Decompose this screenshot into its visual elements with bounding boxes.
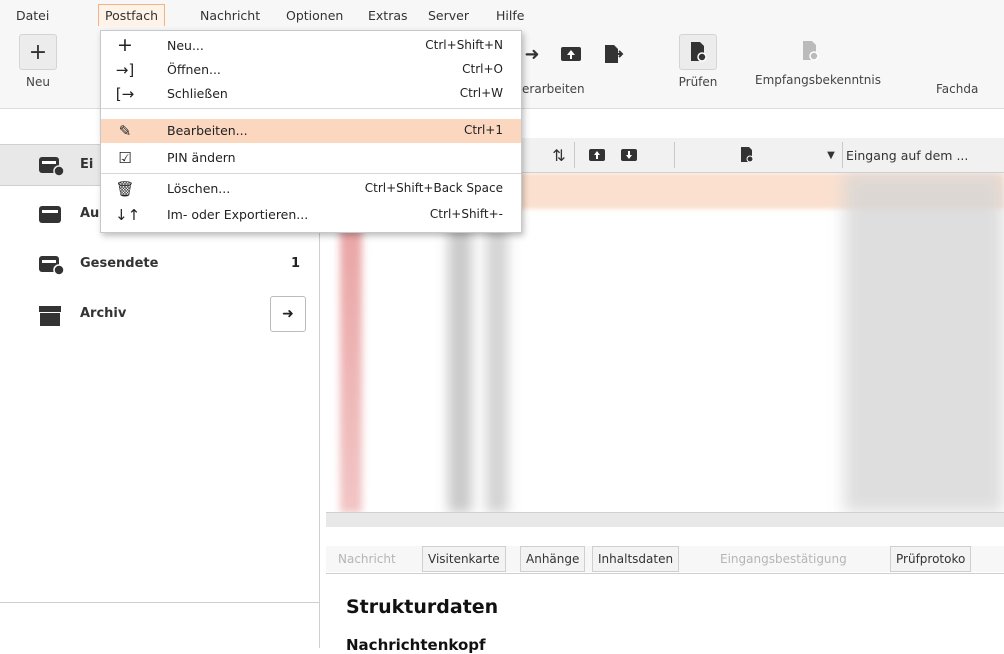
menu-item-import-export[interactable]: ↓↑ Im- oder Exportieren... Ctrl+Shift+- [101, 203, 521, 227]
menu-separator [101, 108, 521, 109]
column-eingang[interactable]: Eingang auf dem ... [846, 148, 968, 163]
pruefen-button[interactable]: Prüfen [678, 34, 718, 89]
folder-down-icon[interactable] [618, 144, 640, 166]
menu-server[interactable]: Server [428, 8, 469, 23]
outbox-icon [38, 204, 64, 224]
document-check-icon [679, 34, 717, 70]
sidebar-item-gesendete[interactable]: Gesendete 1 [0, 244, 318, 284]
tab-eingangsbestaetigung[interactable]: Eingangsbestätigung [714, 546, 853, 572]
pencil-icon: ✎ [118, 122, 132, 140]
arrow-right-icon: ➜ [282, 306, 294, 322]
detail-tabs: Nachricht Visitenkarte Anhänge Inhaltsda… [326, 546, 1004, 572]
blurred-column [448, 207, 472, 513]
pruefen-label: Prüfen [678, 75, 718, 89]
sidebar-item-label: Archiv [80, 306, 127, 321]
status-column [340, 207, 362, 513]
close-icon: [→ [115, 85, 135, 103]
document-check-icon[interactable] [736, 144, 758, 166]
detail-title: Strukturdaten [346, 596, 499, 618]
menu-separator [101, 173, 521, 174]
menu-item-shortcut: Ctrl+W [459, 86, 503, 100]
trash-icon: 🗑 [115, 180, 135, 198]
sidebar-item-label: Ei [80, 157, 94, 172]
folder-up-icon[interactable] [586, 144, 608, 166]
plus-icon: + [19, 34, 57, 70]
sidebar-item-label: Au [80, 206, 100, 221]
menu-nachricht[interactable]: Nachricht [200, 8, 260, 23]
menu-item-shortcut: Ctrl+Shift+Back Space [364, 181, 503, 195]
menu-item-label: Öffnen... [167, 62, 221, 77]
horizontal-scrollbar[interactable] [326, 512, 1004, 527]
postfach-menu: + Neu... Ctrl+Shift+N →] Öffnen... Ctrl+… [100, 30, 522, 233]
sidebar-item-archiv[interactable]: Archiv ➜ [0, 294, 318, 334]
folder-up-icon[interactable] [558, 44, 584, 65]
menu-item-label: Schließen [167, 86, 228, 101]
unread-count: 1 [290, 256, 300, 271]
menu-item-shortcut: Ctrl+Shift+- [429, 207, 503, 221]
divider [574, 142, 575, 168]
menu-optionen[interactable]: Optionen [286, 8, 343, 23]
open-icon: →] [115, 61, 135, 79]
new-button[interactable]: + Neu [18, 34, 58, 89]
menu-bar: Datei Postfach Nachricht Optionen Extras… [0, 0, 1004, 30]
inbox-icon [38, 155, 65, 177]
menu-hilfe[interactable]: Hilfe [496, 8, 524, 23]
document-receipt-icon [792, 34, 828, 68]
plus-icon: + [117, 34, 133, 56]
tab-visitenkarte[interactable]: Visitenkarte [422, 546, 506, 572]
menu-postfach[interactable]: Postfach [98, 4, 166, 26]
menu-item-label: Neu... [167, 38, 204, 53]
tab-anhaenge[interactable]: Anhänge [520, 546, 586, 572]
tab-nachricht[interactable]: Nachricht [332, 546, 402, 572]
detail-subtitle: Nachrichtenkopf [346, 636, 486, 654]
menu-item-neu[interactable]: + Neu... Ctrl+Shift+N [101, 34, 521, 58]
empfangsbekenntnis-button[interactable]: Empfangsbekenntnis [755, 34, 881, 87]
menu-item-oeffnen[interactable]: →] Öffnen... Ctrl+O [101, 58, 521, 82]
divider [674, 142, 675, 168]
fachdaten-label[interactable]: Fachda [936, 82, 978, 96]
sidebar-item-label: Gesendete [80, 256, 159, 271]
menu-item-label: PIN ändern [167, 150, 236, 165]
tab-inhaltsdaten[interactable]: Inhaltsdaten [592, 546, 680, 572]
menu-extras[interactable]: Extras [368, 8, 408, 23]
blurred-column [844, 173, 1004, 513]
menu-item-shortcut: Ctrl+Shift+N [425, 38, 503, 52]
menu-item-shortcut: Ctrl+O [462, 62, 503, 76]
new-button-label: Neu [26, 75, 50, 89]
pin-edit-icon: ☑ [118, 149, 132, 167]
sort-desc-icon[interactable]: ▼ [820, 144, 842, 166]
menu-item-pin-aendern[interactable]: ☑ PIN ändern [101, 146, 521, 170]
sync-icon[interactable]: ⇅ [548, 144, 570, 166]
menu-item-label: Im- oder Exportieren... [167, 207, 309, 222]
detail-pane: Strukturdaten Nachrichtenkopf [326, 573, 1004, 654]
blurred-column [486, 207, 508, 513]
menu-item-shortcut: Ctrl+1 [463, 123, 503, 137]
tab-pruefprotokoll[interactable]: Prüfprotoko [890, 546, 972, 572]
empfangsbekenntnis-label: Empfangsbekenntnis [755, 73, 881, 87]
archive-icon [38, 304, 64, 326]
archive-open-button[interactable]: ➜ [270, 296, 306, 332]
menu-item-loeschen[interactable]: 🗑 Löschen... Ctrl+Shift+Back Space [101, 177, 521, 201]
divider [842, 142, 843, 168]
menu-item-label: Bearbeiten... [167, 123, 248, 138]
menu-item-bearbeiten[interactable]: ✎ Bearbeiten... Ctrl+1 [101, 119, 521, 143]
import-export-icon: ↓↑ [115, 206, 141, 224]
forward-icon[interactable]: ➜ [520, 44, 544, 65]
menu-item-schliessen[interactable]: [→ Schließen Ctrl+W [101, 82, 521, 106]
sidebar-divider [0, 602, 319, 603]
export-icon[interactable] [600, 44, 626, 67]
sent-icon [38, 254, 65, 276]
menu-datei[interactable]: Datei [16, 8, 49, 23]
menu-item-label: Löschen... [167, 181, 231, 196]
